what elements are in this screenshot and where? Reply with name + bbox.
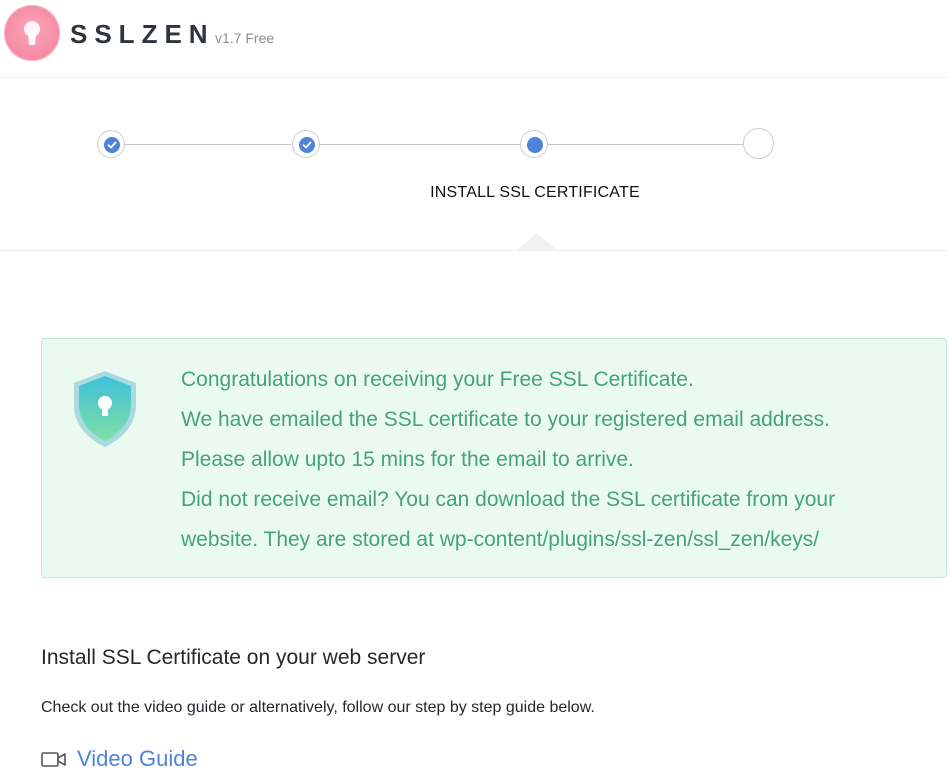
step-connector [125, 144, 291, 145]
section-title: Install SSL Certificate on your web serv… [41, 646, 426, 669]
section-description: Check out the video guide or alternative… [41, 699, 595, 716]
notice-line: Congratulations on receiving your Free S… [181, 368, 694, 391]
video-guide-label: Video Guide [77, 746, 198, 771]
brand-name: SSLZEN [70, 19, 215, 49]
video-guide-link[interactable]: Video Guide [41, 746, 198, 772]
video-camera-icon [41, 752, 66, 767]
notice-line: Did not receive email? You can download … [181, 488, 836, 511]
app-header: SSLZEN v1.7 Free [0, 0, 949, 78]
check-icon [104, 137, 120, 153]
step-3-active [520, 130, 548, 158]
version-label: v1.7 Free [215, 30, 275, 46]
notice-line: website. They are stored at wp-content/p… [181, 528, 820, 551]
notice-message: Congratulations on receiving your Free S… [181, 360, 921, 560]
step-1-completed [97, 130, 125, 158]
step-connector [548, 144, 743, 145]
notice-line: Please allow upto 15 mins for the email … [181, 448, 634, 471]
current-step-label: INSTALL SSL CERTIFICATE [430, 184, 640, 201]
logo-icon [4, 5, 60, 61]
notice-line: We have emailed the SSL certificate to y… [181, 408, 830, 431]
success-notice: Congratulations on receiving your Free S… [41, 338, 947, 578]
step-pointer [516, 233, 558, 251]
step-4-pending [743, 128, 774, 159]
progress-stepper: INSTALL SSL CERTIFICATE [0, 78, 949, 251]
shield-lock-icon [74, 371, 136, 447]
check-icon [299, 137, 315, 153]
step-2-completed [292, 130, 320, 158]
step-connector [320, 144, 520, 145]
active-dot-icon [527, 137, 543, 153]
